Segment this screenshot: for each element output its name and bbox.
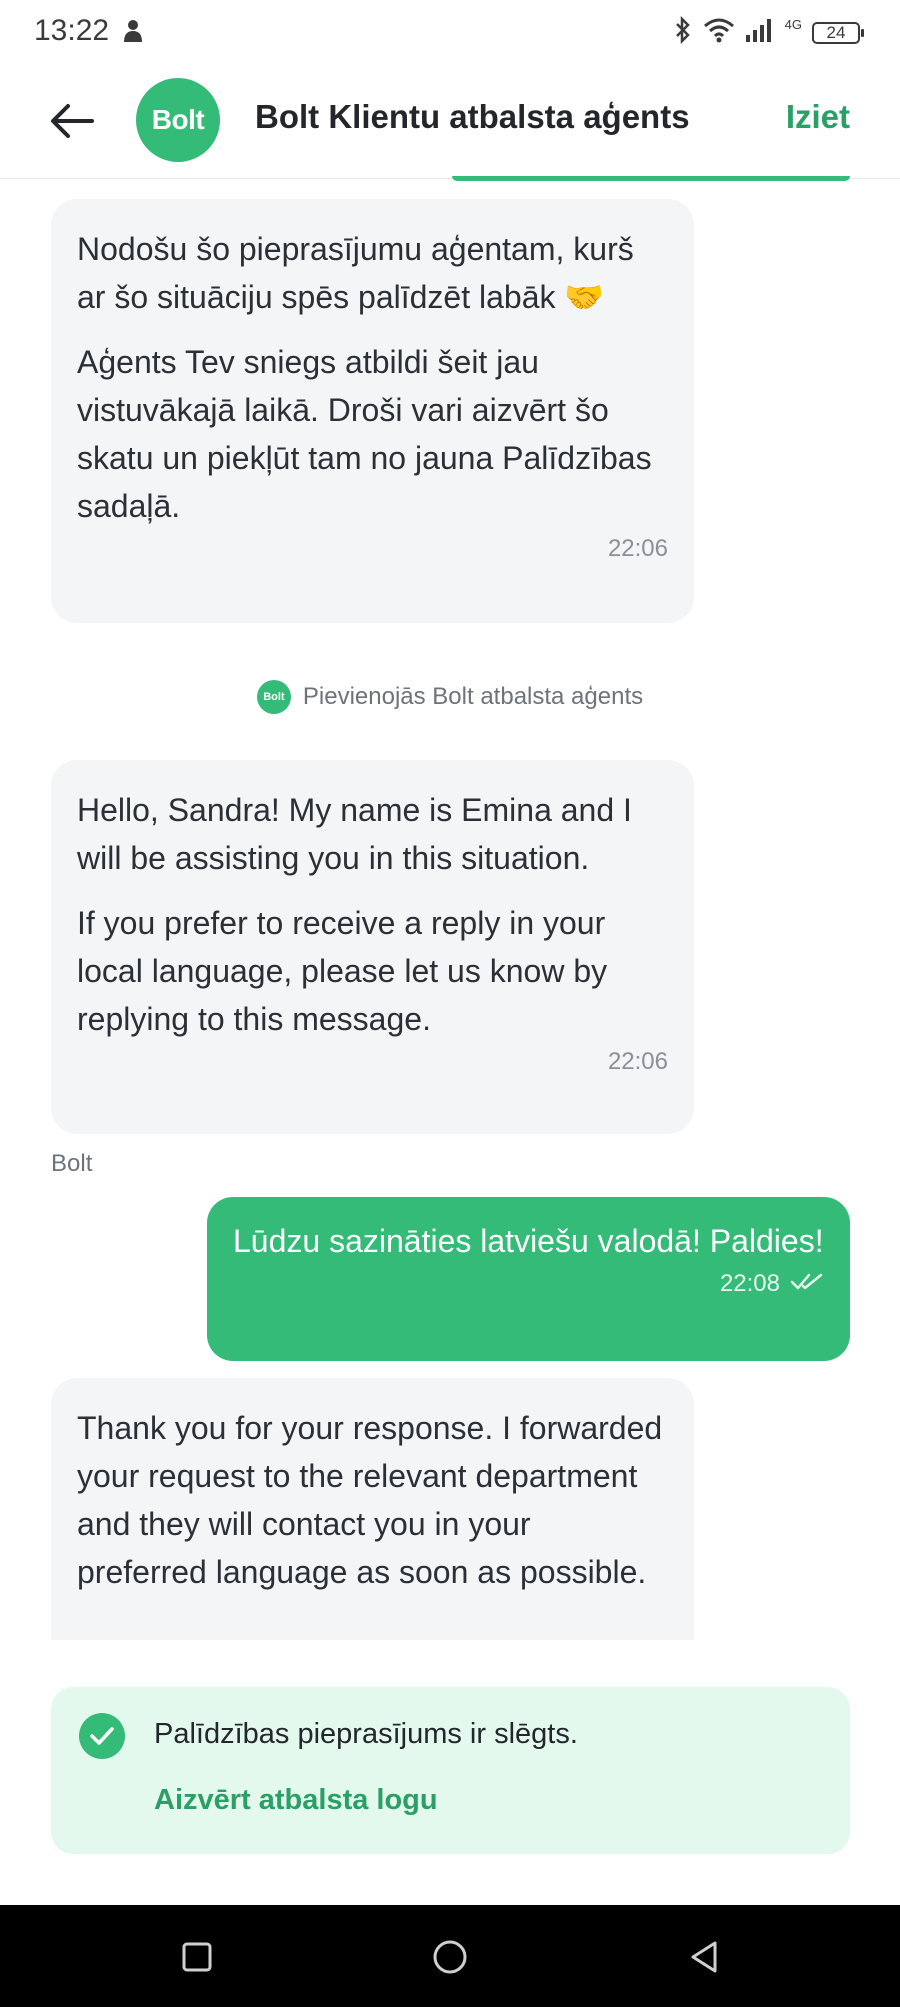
agent-message: Thank you for your response. I forwarded…: [51, 1378, 694, 1640]
message-time: 22:06: [607, 1048, 668, 1075]
agent-message: Nodošu šo pieprasījumu aģentam, kurš ar …: [51, 199, 694, 623]
page-title: Bolt Klientu atbalsta aģents: [255, 98, 690, 135]
chat-scroll-clip: Thank you for your response. I forwarded…: [0, 1378, 900, 1640]
system-nav-bar: [0, 1905, 900, 2007]
message-paragraph: Thank you for your response. I forwarded…: [77, 1410, 663, 1590]
triangle-nav-icon[interactable]: [682, 1935, 726, 1979]
system-note-text: Pievienojās Bolt atbalsta aģents: [302, 683, 644, 710]
user-message: Lūdzu sazināties latviešu valodā! Paldie…: [207, 1197, 850, 1361]
exit-button[interactable]: Iziet: [786, 98, 850, 136]
notification-icon: [120, 16, 146, 49]
status-bar: 13:22 4G 24: [0, 0, 900, 62]
agent-joined-note: Bolt Pievienojās Bolt atbalsta aģents: [0, 680, 900, 714]
read-receipt-icon: [790, 1269, 824, 1299]
message-paragraph: If you prefer to receive a reply in your…: [77, 905, 608, 1037]
square-nav-icon[interactable]: [175, 1935, 219, 1979]
status-time: 13:22: [34, 14, 110, 47]
network-type: 4G: [784, 17, 802, 32]
bolt-logo-icon: Bolt: [256, 680, 291, 714]
agent-message: Hello, Sandra! My name is Emina and I wi…: [51, 760, 694, 1134]
bluetooth-icon: [673, 15, 693, 49]
request-closed-banner: Palīdzības pieprasījums ir slēgts. Aizvē…: [51, 1687, 850, 1854]
back-arrow-icon[interactable]: [46, 96, 98, 146]
previous-message-edge: [452, 176, 850, 181]
signal-icon: [745, 17, 775, 48]
battery-icon: 24: [812, 21, 864, 44]
agent-avatar: Bolt: [136, 78, 220, 162]
message-meta: 22:08: [233, 1269, 824, 1299]
wifi-icon: [703, 17, 735, 48]
message-paragraph: Hello, Sandra! My name is Emina and I wi…: [77, 792, 632, 876]
circle-nav-icon[interactable]: [428, 1935, 472, 1979]
check-icon: [79, 1713, 125, 1759]
message-time: 22:06: [607, 535, 668, 562]
message-paragraph: Aģents Tev sniegs atbildi šeit jau vistu…: [77, 344, 652, 524]
sender-label: Bolt: [51, 1150, 93, 1177]
close-support-window-link[interactable]: Aizvērt atbalsta logu: [154, 1784, 438, 1817]
chat-header: Bolt Bolt Klientu atbalsta aģents Iziet: [0, 62, 900, 179]
message-text: Lūdzu sazināties latviešu valodā! Paldie…: [233, 1223, 824, 1259]
message-paragraph: Nodošu šo pieprasījumu aģentam, kurš ar …: [77, 231, 634, 315]
message-time: 22:08: [719, 1270, 780, 1297]
closed-status-text: Palīdzības pieprasījums ir slēgts.: [154, 1718, 578, 1750]
